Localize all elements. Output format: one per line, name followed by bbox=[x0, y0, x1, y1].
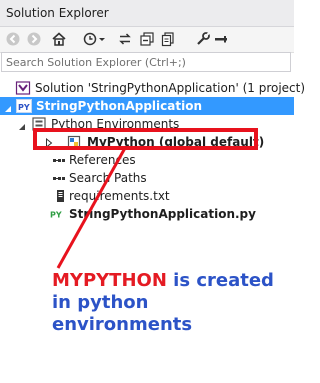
annotation-callout: MYPYTHON is created in python environmen… bbox=[52, 270, 292, 336]
annotation-keyword: MYPYTHON bbox=[52, 270, 167, 291]
